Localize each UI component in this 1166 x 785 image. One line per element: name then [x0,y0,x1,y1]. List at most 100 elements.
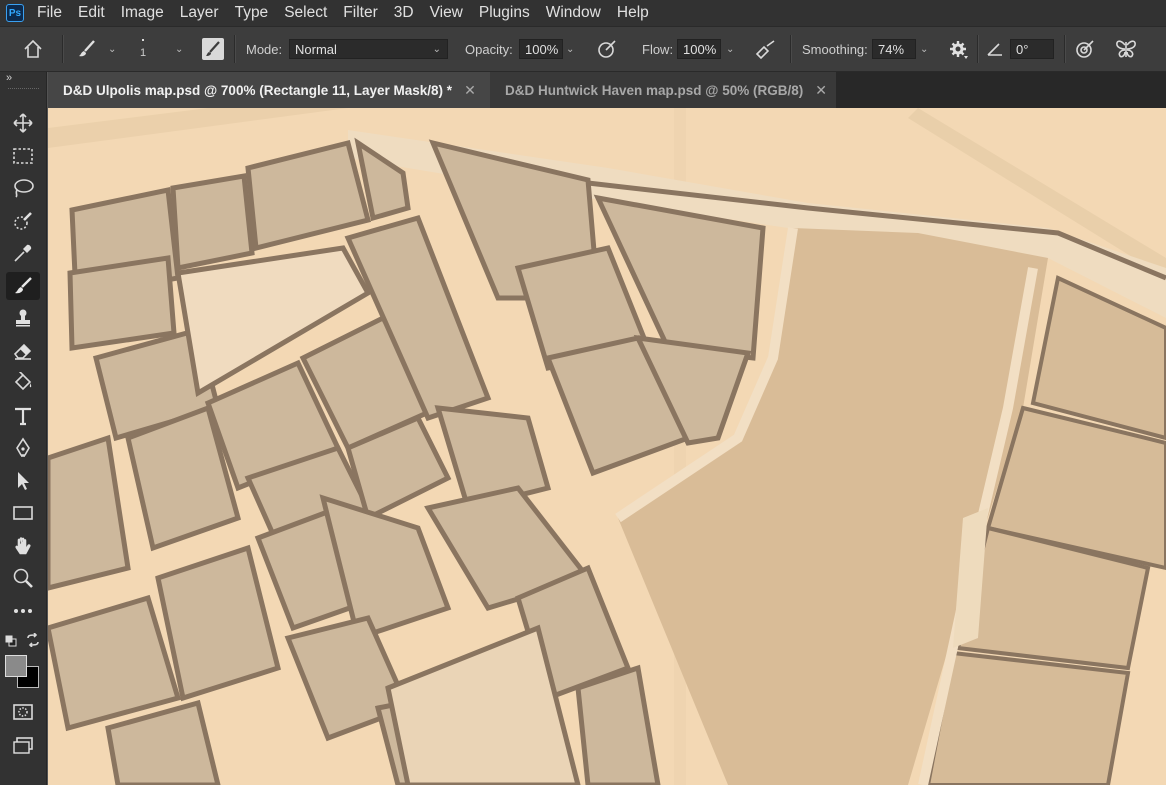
tab-title: D&D Ulpolis map.psd @ 700% (Rectangle 11… [63,82,453,98]
more-icon [14,609,32,613]
pen-pressure-size-icon [1076,40,1094,58]
zoom-tool[interactable] [6,564,40,592]
mode-label: Mode: [246,41,283,57]
map-artwork [48,108,1166,785]
quick-mask-icon [13,704,33,720]
home-icon [24,39,42,58]
pressure-opacity-toggle[interactable] [596,27,618,71]
brush-settings-icon [202,38,224,60]
brush-preset-icon [79,40,95,57]
flow-input[interactable]: 100% [677,27,721,71]
hand-tool[interactable] [6,532,40,560]
chevron-down-icon: ⌄ [432,43,441,55]
opacity-input[interactable]: 100% [519,27,563,71]
menu-edit[interactable]: Edit [70,0,113,26]
screen-mode-icon [13,737,33,754]
type-icon [15,407,31,426]
photoshop-logo[interactable]: Ps [6,4,24,22]
path-selection-tool[interactable] [6,467,40,495]
mode-select[interactable]: Normal ⌄ [289,27,448,71]
lasso-tool[interactable] [6,174,40,202]
tab-ulpolis-map[interactable]: D&D Ulpolis map.psd @ 700% (Rectangle 11… [48,72,490,108]
zoom-icon [13,568,33,588]
eyedropper-icon [14,244,32,262]
flow-value: 100% [683,41,717,57]
chevron-down-icon[interactable]: ⌄ [726,44,734,55]
rectangle-icon [13,506,33,520]
smoothing-value: 74% [878,41,905,57]
flow-label: Flow: [642,41,674,57]
brush-tip-dot [142,39,145,41]
foreground-color-swatch[interactable] [5,655,27,677]
symmetry-button[interactable] [1114,27,1138,71]
collapse-icon[interactable]: » [6,72,12,84]
tab-huntwick-haven-map[interactable]: D&D Huntwick Haven map.psd @ 50% (RGB/8)… [490,72,836,108]
menu-image[interactable]: Image [113,0,172,26]
menu-plugins[interactable]: Plugins [471,0,538,26]
menu-3d[interactable]: 3D [386,0,422,26]
smoothing-input[interactable]: 74% [872,27,916,71]
marquee-tool[interactable] [6,142,40,170]
pen-tool[interactable] [6,434,40,462]
brush-tool[interactable] [6,272,40,300]
quick-selection-tool[interactable] [6,207,40,235]
menu-layer[interactable]: Layer [172,0,227,26]
home-button[interactable] [22,27,44,71]
chevron-down-icon[interactable]: ⌄ [566,44,574,55]
arrow-icon [18,472,29,490]
document-tabs: D&D Ulpolis map.psd @ 700% (Rectangle 11… [48,72,1166,108]
move-icon [13,113,33,133]
smoothing-label: Smoothing: [802,41,868,57]
menu-bar: Ps File Edit Image Layer Type Select Fil… [0,0,1166,26]
tab-title: D&D Huntwick Haven map.psd @ 50% (RGB/8) [505,82,804,98]
menu-view[interactable]: View [422,0,471,26]
airbrush-toggle[interactable] [754,27,778,71]
tool-preset-picker[interactable]: ⌄ [76,27,116,71]
default-colors-button[interactable] [5,634,17,650]
quick-mask-button[interactable] [6,698,40,726]
swap-colors-button[interactable] [26,632,40,650]
paint-bucket-tool[interactable] [6,369,40,397]
mode-value: Normal [295,41,337,57]
tools-panel: » [0,72,47,785]
chevron-down-icon[interactable]: ⌄ [175,44,183,55]
menu-type[interactable]: Type [227,0,277,26]
airbrush-icon [755,40,775,60]
chevron-down-icon: ⌄ [108,43,117,55]
menu-select[interactable]: Select [276,0,335,26]
hand-icon [15,537,31,555]
pen-pressure-icon [598,40,616,58]
chevron-down-icon[interactable]: ⌄ [920,44,928,55]
stamp-icon [16,309,30,327]
angle-value: 0° [1016,41,1029,57]
rect-marquee-icon [13,148,33,164]
rectangle-tool[interactable] [6,499,40,527]
angle-input[interactable]: 0° [1010,27,1054,71]
move-tool[interactable] [6,109,40,137]
pen-icon [16,437,30,457]
more-tools[interactable] [6,597,40,625]
screen-mode-button[interactable] [6,732,40,760]
gear-icon [950,41,968,59]
opacity-value: 100% [525,41,559,57]
close-icon[interactable]: ✕ [815,82,827,99]
type-tool[interactable] [6,402,40,430]
menu-file[interactable]: File [37,0,70,26]
stamp-tool[interactable] [6,304,40,332]
panel-grip[interactable] [8,88,39,92]
menu-filter[interactable]: Filter [335,0,385,26]
document-canvas[interactable] [48,108,1166,785]
brush-size-picker[interactable]: 1 [140,27,146,71]
brush-settings-toggle[interactable] [202,27,224,71]
close-icon[interactable]: ✕ [464,82,476,99]
eraser-tool[interactable] [6,337,40,365]
swap-colors-icon [27,632,39,648]
menu-help[interactable]: Help [609,0,657,26]
brush-icon [15,277,32,294]
opacity-label: Opacity: [465,41,513,57]
menu-window[interactable]: Window [538,0,609,26]
smoothing-options-button[interactable] [948,27,970,71]
eyedropper-tool[interactable] [6,239,40,267]
pressure-size-toggle[interactable] [1074,27,1096,71]
quick-select-icon [14,212,32,230]
